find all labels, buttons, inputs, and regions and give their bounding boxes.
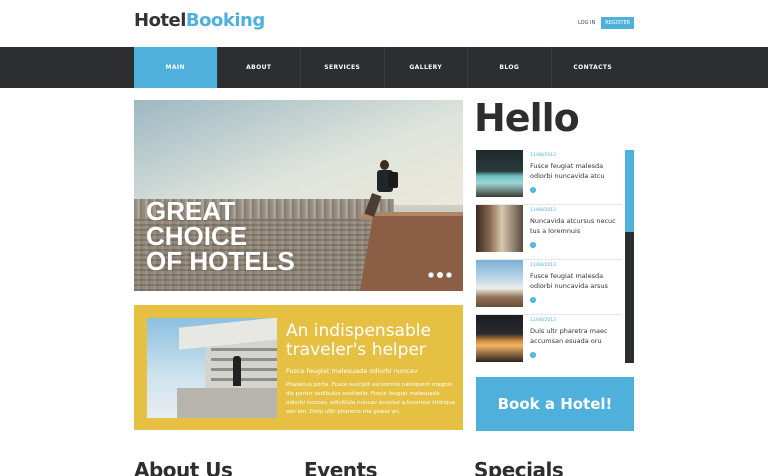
- promo-man-figure: [233, 356, 241, 386]
- news-item: 11/08/2013 Duis ultr pharetra maec accum…: [476, 315, 622, 370]
- lobby-thumb[interactable]: [476, 205, 523, 252]
- scrollbar-thumb[interactable]: [625, 150, 634, 232]
- news-date: 11/08/2013: [530, 208, 556, 213]
- news-title[interactable]: Fusce feugiat malesda odiorbi nuncavida …: [530, 271, 618, 291]
- news-date: 11/08/2013: [530, 263, 556, 268]
- news-date: 11/08/2013: [530, 153, 556, 158]
- nav-item-about[interactable]: ABOUT: [218, 47, 301, 88]
- news-item: 11/08/2013 Fusce feugiat malesda odiorbi…: [476, 260, 622, 315]
- hero-sky-image: [134, 100, 463, 206]
- nav-item-services[interactable]: SERVICES: [301, 47, 385, 88]
- news-item: 11/08/2013 Nuncavida atcursus necuc tus …: [476, 205, 622, 260]
- site-logo[interactable]: HotelBooking: [134, 10, 265, 31]
- sidebar-heading: Hello: [474, 96, 580, 140]
- pool-thumb[interactable]: [476, 150, 523, 197]
- nav-item-contacts[interactable]: CONTACTS: [552, 47, 635, 88]
- hero-traveler-figure: [364, 160, 398, 218]
- night-house-thumb[interactable]: [476, 315, 523, 362]
- arrow-right-icon[interactable]: ›: [530, 297, 536, 303]
- promo-building-windows: [211, 348, 277, 351]
- promo-text: Phasellus porta. Fusce suscipit varsomni…: [286, 382, 456, 415]
- book-hotel-button[interactable]: Book a Hotel!: [476, 377, 634, 431]
- nav-item-main[interactable]: MAIN: [134, 47, 218, 88]
- logo-part-hotel: Hotel: [134, 10, 186, 31]
- traveler-backpack: [388, 172, 398, 188]
- events-heading: Events: [304, 458, 377, 476]
- news-title[interactable]: Nuncavida atcursus necuc tus a loremnuis: [530, 216, 618, 236]
- promo-title: An indispensable traveler's helper: [286, 321, 431, 360]
- auth-links: LOG IN REGISTER: [578, 17, 635, 29]
- login-link[interactable]: LOG IN: [578, 20, 595, 26]
- main-nav: MAIN ABOUT SERVICES GALLERY BLOG CONTACT…: [0, 47, 768, 88]
- slider-dot[interactable]: [446, 272, 452, 278]
- news-list: 11/08/2013 Fusce feugiat malesda odiorbi…: [476, 150, 622, 370]
- register-button[interactable]: REGISTER: [601, 17, 635, 29]
- promo-architecture-image: [147, 318, 277, 418]
- slider-pagination: [428, 272, 452, 278]
- about-us-heading: About Us: [134, 458, 233, 476]
- specials-heading: Specials: [474, 458, 564, 476]
- traveler-head: [380, 160, 389, 170]
- arrow-right-icon[interactable]: ›: [530, 352, 536, 358]
- hero-title: GREAT CHOICE OF HOTELS: [146, 198, 295, 276]
- slider-dot-active[interactable]: [437, 272, 443, 278]
- news-date: 11/08/2013: [530, 318, 556, 323]
- nav-item-blog[interactable]: BLOG: [468, 47, 552, 88]
- arrow-right-icon[interactable]: ›: [530, 187, 536, 193]
- news-item: 11/08/2013 Fusce feugiat malesda odiorbi…: [476, 150, 622, 205]
- hero-slider: GREAT CHOICE OF HOTELS: [134, 100, 463, 291]
- promo-subtitle[interactable]: Fusce feugiat malesuada odiorbi nuncav: [286, 367, 418, 375]
- slider-dot[interactable]: [428, 272, 434, 278]
- arrow-right-icon[interactable]: ›: [530, 242, 536, 248]
- news-title[interactable]: Duis ultr pharetra maec accumsan esuada …: [530, 326, 618, 346]
- promo-box: An indispensable traveler's helper Fusce…: [134, 305, 463, 430]
- logo-part-booking: Booking: [185, 10, 265, 31]
- hero-ledge: [358, 216, 463, 291]
- news-title[interactable]: Fusce feugiat malesda odiorbi nuncavida …: [530, 161, 618, 181]
- news-scrollbar[interactable]: [625, 150, 634, 363]
- bathroom-thumb[interactable]: [476, 260, 523, 307]
- promo-building-floor: [177, 388, 277, 418]
- nav-item-gallery[interactable]: GALLERY: [385, 47, 468, 88]
- hero-title-line: OF HOTELS: [146, 246, 295, 276]
